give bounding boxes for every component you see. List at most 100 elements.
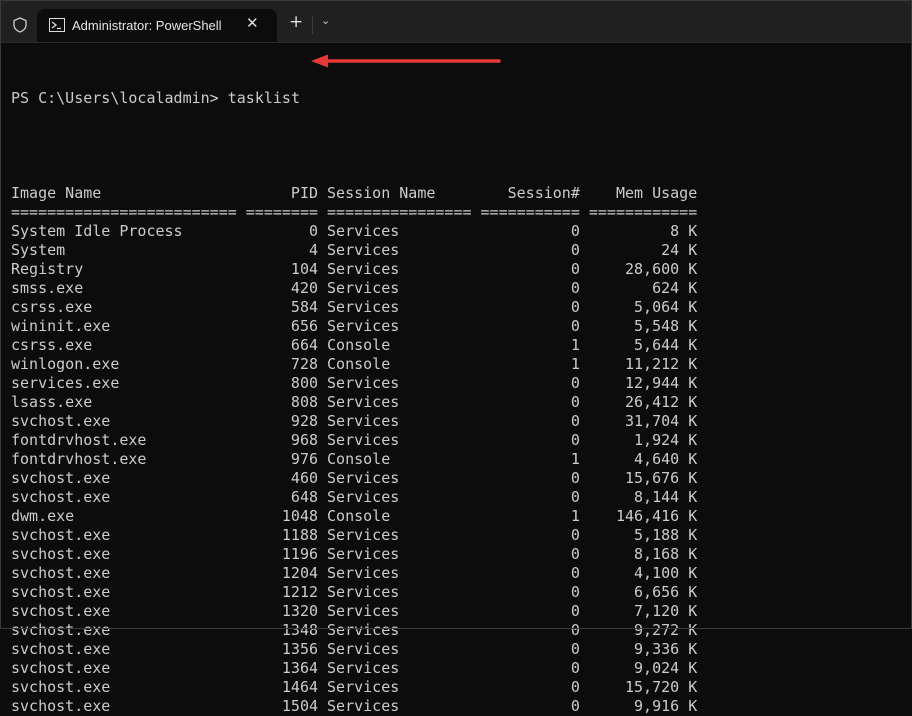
- table-row: System 4 Services 0 24 K: [11, 241, 697, 260]
- session-number-cell: 0: [570, 317, 580, 335]
- mem-usage-cell: 5,644 K: [634, 336, 698, 354]
- session-number-cell: 0: [570, 526, 580, 544]
- table-row: fontdrvhost.exe 968 Services 0 1,924 K: [11, 431, 697, 450]
- table-row: winlogon.exe 728 Console 1 11,212 K: [11, 355, 697, 374]
- session-name-cell: Console: [327, 336, 391, 354]
- table-row: svchost.exe 1356 Services 0 9,336 K: [11, 640, 697, 659]
- table-row: svchost.exe 1504 Services 0 9,916 K: [11, 697, 697, 716]
- table-row: csrss.exe 664 Console 1 5,644 K: [11, 336, 697, 355]
- chevron-down-icon[interactable]: ⌄: [321, 14, 330, 27]
- mem-usage-cell: 11,212 K: [624, 355, 698, 373]
- session-number-cell: 0: [570, 697, 580, 715]
- session-number-cell: 0: [570, 564, 580, 582]
- mem-usage-cell: 31,704 K: [624, 412, 698, 430]
- pid-cell: 664: [290, 336, 319, 354]
- pid-cell: 976: [290, 450, 319, 468]
- table-row: svchost.exe 1464 Services 0 15,720 K: [11, 678, 697, 697]
- session-number-cell: 0: [570, 279, 580, 297]
- session-number-cell: 0: [570, 469, 580, 487]
- pid-cell: 0: [308, 222, 319, 240]
- session-number-cell: 0: [570, 678, 580, 696]
- close-tab-icon[interactable]: ✕: [246, 14, 259, 32]
- image-name-cell: dwm.exe: [11, 507, 75, 525]
- session-number-cell: 0: [570, 393, 580, 411]
- table-row: svchost.exe 460 Services 0 15,676 K: [11, 469, 697, 488]
- mem-usage-cell: 26,412 K: [624, 393, 698, 411]
- image-name-cell: svchost.exe: [11, 659, 111, 677]
- powershell-icon: [49, 18, 65, 32]
- prompt-line: PS C:\Users\localadmin> tasklist: [11, 89, 697, 108]
- session-number-cell: 0: [570, 545, 580, 563]
- pid-cell: 656: [290, 317, 319, 335]
- image-name-cell: Registry: [11, 260, 84, 278]
- mem-usage-cell: 9,336 K: [634, 640, 698, 658]
- session-name-cell: Services: [327, 393, 400, 411]
- table-row: svchost.exe 1320 Services 0 7,120 K: [11, 602, 697, 621]
- prompt: PS C:\Users\localadmin>: [11, 89, 228, 107]
- session-name-cell: Services: [327, 621, 400, 639]
- pid-cell: 1188: [281, 526, 319, 544]
- image-name-cell: System: [11, 241, 66, 259]
- pid-cell: PID: [290, 184, 319, 202]
- red-arrow-annotation: [311, 54, 501, 68]
- pid-cell: 104: [290, 260, 319, 278]
- pid-cell: 1464: [281, 678, 319, 696]
- session-number-cell: 0: [570, 488, 580, 506]
- session-number-cell: 0: [570, 602, 580, 620]
- tab-powershell[interactable]: Administrator: PowerShell ✕: [37, 9, 277, 42]
- tab-title: Administrator: PowerShell: [72, 18, 222, 33]
- pid-cell: 928: [290, 412, 319, 430]
- session-name-cell: Services: [327, 298, 400, 316]
- session-number-cell: 0: [570, 260, 580, 278]
- session-number-cell: 0: [570, 222, 580, 240]
- header-separator: ========================= ======== =======…: [11, 203, 697, 222]
- image-name-cell: System Idle Process: [11, 222, 183, 240]
- image-name-cell: svchost.exe: [11, 697, 111, 715]
- pid-cell: 460: [290, 469, 319, 487]
- table-row: svchost.exe 1212 Services 0 6,656 K: [11, 583, 697, 602]
- pid-cell: 808: [290, 393, 319, 411]
- new-tab-button[interactable]: +: [289, 12, 303, 32]
- session-name-cell: Services: [327, 317, 400, 335]
- mem-usage-cell: 4,640 K: [634, 450, 698, 468]
- session-number-cell: 0: [570, 241, 580, 259]
- mem-usage-cell: 9,272 K: [634, 621, 698, 639]
- image-name-cell: smss.exe: [11, 279, 84, 297]
- session-number-cell: 1: [570, 450, 580, 468]
- table-row: dwm.exe 1048 Console 1 146,416 K: [11, 507, 697, 526]
- table-row: fontdrvhost.exe 976 Console 1 4,640 K: [11, 450, 697, 469]
- session-name-cell: Services: [327, 678, 400, 696]
- mem-usage-cell: 12,944 K: [624, 374, 698, 392]
- mem-usage-cell: 5,064 K: [634, 298, 698, 316]
- session-name-cell: Session Name: [327, 184, 436, 202]
- image-name-cell: svchost.exe: [11, 640, 111, 658]
- pid-cell: 4: [308, 241, 319, 259]
- mem-usage-cell: 6,656 K: [634, 583, 698, 601]
- image-name-cell: lsass.exe: [11, 393, 93, 411]
- mem-usage-cell: ============: [588, 203, 698, 221]
- image-name-cell: wininit.exe: [11, 317, 111, 335]
- pid-cell: 800: [290, 374, 319, 392]
- pid-cell: 1356: [281, 640, 319, 658]
- pid-cell: 1212: [281, 583, 319, 601]
- table-row: services.exe 800 Services 0 12,944 K: [11, 374, 697, 393]
- table-row: svchost.exe 1364 Services 0 9,024 K: [11, 659, 697, 678]
- pid-cell: ========: [245, 203, 319, 221]
- table-row: wininit.exe 656 Services 0 5,548 K: [11, 317, 697, 336]
- mem-usage-cell: 24 K: [661, 241, 698, 259]
- table-row: svchost.exe 1348 Services 0 9,272 K: [11, 621, 697, 640]
- terminal-output[interactable]: PS C:\Users\localadmin> tasklist Image N…: [11, 51, 697, 716]
- mem-usage-cell: 28,600 K: [624, 260, 698, 278]
- image-name-cell: svchost.exe: [11, 545, 111, 563]
- mem-usage-cell: 146,416 K: [615, 507, 698, 525]
- session-name-cell: Console: [327, 355, 391, 373]
- pid-cell: 1364: [281, 659, 319, 677]
- table-row: Registry 104 Services 0 28,600 K: [11, 260, 697, 279]
- session-name-cell: ================: [327, 203, 472, 221]
- image-name-cell: svchost.exe: [11, 469, 111, 487]
- table-row: lsass.exe 808 Services 0 26,412 K: [11, 393, 697, 412]
- mem-usage-cell: 8,144 K: [634, 488, 698, 506]
- table-row: svchost.exe 1188 Services 0 5,188 K: [11, 526, 697, 545]
- table-row: System Idle Process 0 Services 0 8 K: [11, 222, 697, 241]
- image-name-cell: Image Name: [11, 184, 102, 202]
